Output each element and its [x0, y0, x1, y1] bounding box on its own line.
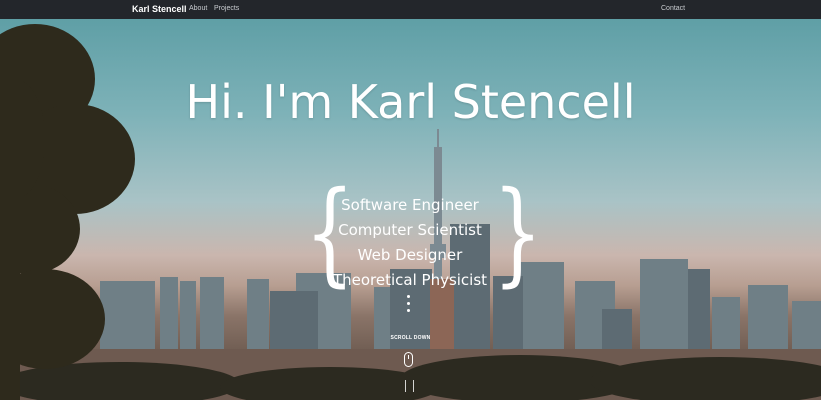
scroll-arrow-icon [405, 380, 414, 392]
brand-link[interactable]: Karl Stencell [132, 4, 187, 14]
hero-section: Hi. I'm Karl Stencell { } Software Engin… [0, 19, 821, 400]
roles-list: Software Engineer Computer Scientist Web… [300, 193, 520, 293]
mouse-scroll-icon[interactable] [404, 352, 413, 367]
nav-link-contact[interactable]: Contact [661, 5, 685, 12]
role-item: Computer Scientist [338, 221, 482, 239]
nav-link-projects[interactable]: Projects [214, 5, 239, 12]
hero-title: Hi. I'm Karl Stencell [185, 75, 636, 129]
scroll-down-label: SCROLL DOWN [390, 335, 431, 341]
role-item: Web Designer [357, 246, 463, 264]
more-dots-icon [407, 295, 410, 316]
role-item: Theoretical Physicist [332, 271, 488, 289]
nav-link-about[interactable]: About [189, 5, 207, 12]
role-item: Software Engineer [341, 196, 479, 214]
navbar: Karl Stencell About Projects Contact [0, 0, 821, 19]
